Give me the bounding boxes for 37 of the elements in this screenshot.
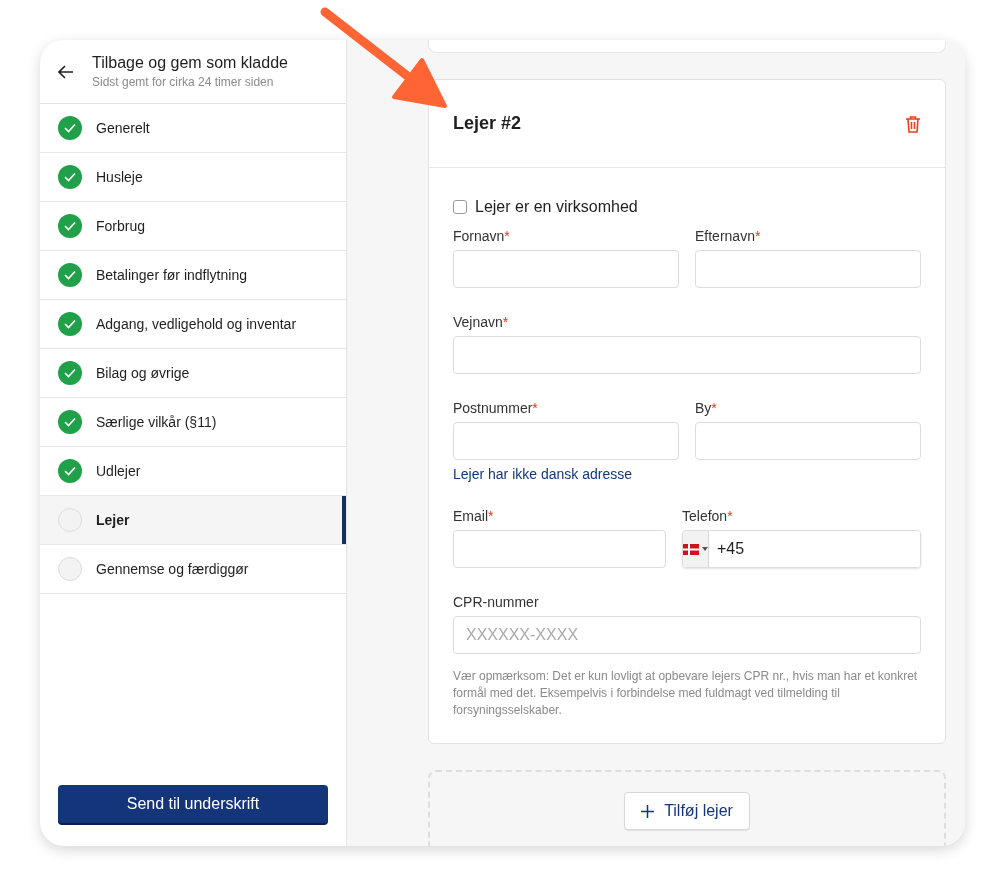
card-title: Lejer #2	[453, 113, 522, 134]
field-label: Vejnavn*	[453, 314, 510, 330]
step-label: Gennemse og færdiggør	[96, 561, 249, 577]
cpr-note: Vær opmærksom: Det er kun lovligt at opbevare lejers CPR nr., hvis man har et konkret formål med det. Eksempelvis i forbindelse med fuldmagt ved tilmelding til forsyningsselskaber.	[453, 668, 919, 719]
step-item[interactable]: Forbrug	[40, 202, 346, 251]
step-label: Betalinger før indflytning	[96, 267, 247, 283]
field-label: Telefon*	[682, 508, 734, 524]
step-item[interactable]: Adgang, vedligehold og inventar	[40, 300, 346, 349]
step-label: Udlejer	[96, 463, 141, 479]
step-item[interactable]: Særlige vilkår (§11)	[40, 398, 346, 447]
field-label: Email*	[453, 508, 495, 524]
add-tenant-button[interactable]: Tilføj lejer	[624, 792, 750, 830]
field-label: Fornavn*	[453, 228, 511, 244]
field-label: Efternavn*	[695, 228, 762, 244]
step-item[interactable]: Bilag og øvrige	[40, 349, 346, 398]
step-item[interactable]: Lejer	[40, 496, 346, 545]
field-label: CPR-nummer	[453, 594, 540, 610]
step-label: Bilag og øvrige	[96, 365, 190, 381]
input-field[interactable]: XXXXXX-XXXX	[453, 616, 921, 654]
no-danish-address-link[interactable]: Lejer har ikke dansk adresse	[453, 466, 632, 482]
step-item[interactable]: Gennemse og færdiggør	[40, 545, 346, 594]
submit-button[interactable]: Send til underskrift	[58, 785, 328, 823]
step-label: Lejer	[96, 512, 130, 528]
step-item[interactable]: Udlejer	[40, 447, 346, 496]
step-label: Forbrug	[96, 218, 146, 234]
step-label: Adgang, vedligehold og inventar	[96, 316, 297, 332]
saved-note: Sidst gemt for cirka 24 timer siden	[92, 75, 275, 89]
back-title[interactable]: Tilbage og gem som kladde	[92, 54, 288, 72]
step-label: Generelt	[96, 120, 150, 136]
step-item[interactable]: Husleje	[40, 153, 346, 202]
step-label: Særlige vilkår (§11)	[96, 414, 217, 430]
field-label: By*	[695, 400, 718, 416]
step-item[interactable]: Generelt	[40, 104, 346, 153]
step-item[interactable]: Betalinger før indflytning	[40, 251, 346, 300]
step-label: Husleje	[96, 169, 143, 185]
phone-field[interactable]: +45	[682, 530, 921, 568]
field-label: Postnummer*	[453, 400, 539, 416]
